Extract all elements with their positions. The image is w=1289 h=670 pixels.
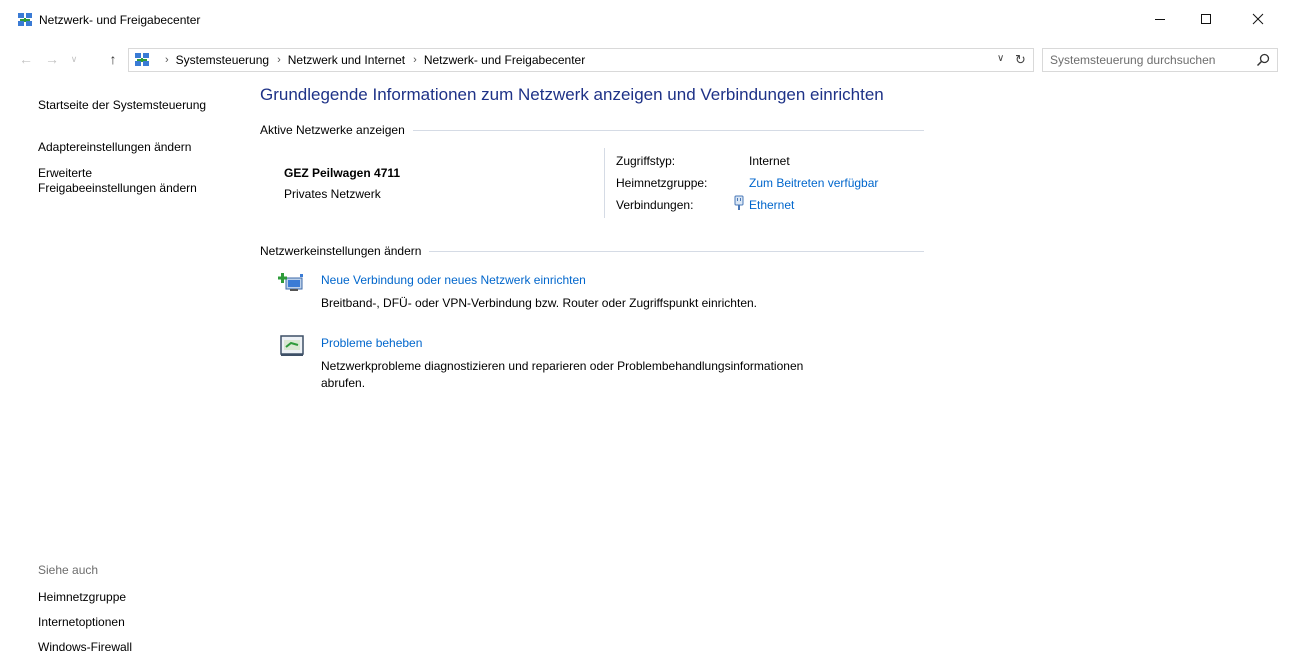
address-bar[interactable]: › Systemsteuerung › Netzwerk und Interne… (128, 48, 1034, 72)
window-title: Netzwerk- und Freigabecenter (39, 13, 201, 27)
new-connection-description: Breitband-, DFÜ- oder VPN-Verbindung bzw… (321, 296, 757, 310)
access-type-value: Internet (749, 154, 790, 168)
chevron-right-icon[interactable]: › (165, 54, 169, 66)
connections-label: Verbindungen: (616, 198, 694, 212)
access-type-label: Zugriffstyp: (616, 154, 676, 168)
minimize-icon (1155, 19, 1165, 20)
title-bar: Netzwerk- und Freigabecenter (0, 0, 1289, 40)
left-pane: Startseite der Systemsteuerung Adapterei… (0, 80, 240, 670)
recent-locations-button[interactable]: ∨ (66, 50, 82, 68)
troubleshoot-description: Netzwerkprobleme diagnostizieren und rep… (321, 358, 901, 392)
active-networks-heading: Aktive Netzwerke anzeigen (260, 123, 405, 137)
sidebar-link-advanced-sharing[interactable]: Erweiterte Freigabeeinstellungen ändern (38, 166, 197, 196)
new-connection-link[interactable]: Neue Verbindung oder neues Netzwerk einr… (321, 273, 586, 287)
sidebar-link-home[interactable]: Startseite der Systemsteuerung (38, 98, 206, 113)
ethernet-icon (734, 195, 744, 210)
new-connection-icon (278, 273, 303, 291)
search-input[interactable] (1043, 49, 1249, 71)
sidebar-link-advanced-sharing-line1: Erweiterte (38, 166, 93, 180)
see-also-link-windows-firewall[interactable]: Windows-Firewall (38, 640, 132, 655)
sidebar-link-advanced-sharing-line2: Freigabeeinstellungen ändern (38, 181, 197, 195)
arrow-left-icon: ← (19, 51, 33, 67)
homegroup-link[interactable]: Zum Beitreten verfügbar (749, 176, 878, 190)
network-type: Privates Netzwerk (284, 187, 381, 201)
forward-button[interactable]: → (44, 50, 60, 68)
network-center-icon (18, 13, 32, 26)
sidebar-link-adapter-settings[interactable]: Adaptereinstellungen ändern (38, 140, 191, 155)
ethernet-link[interactable]: Ethernet (749, 198, 794, 212)
troubleshoot-link[interactable]: Probleme beheben (321, 336, 422, 350)
network-divider (604, 148, 605, 218)
see-also-link-internetoptionen[interactable]: Internetoptionen (38, 615, 125, 630)
maximize-button[interactable] (1183, 0, 1229, 38)
network-settings-heading: Netzwerkeinstellungen ändern (260, 244, 422, 258)
back-button[interactable]: ← (18, 50, 34, 68)
chevron-right-icon[interactable]: › (413, 54, 417, 66)
close-button[interactable] (1235, 0, 1281, 38)
arrow-right-icon: → (45, 51, 59, 67)
address-dropdown-icon[interactable]: ∨ (997, 53, 1004, 64)
section-divider (412, 129, 924, 131)
homegroup-label: Heimnetzgruppe: (616, 176, 708, 190)
troubleshoot-description-line2: abrufen. (321, 376, 366, 390)
up-button[interactable]: ↑ (105, 50, 121, 68)
troubleshoot-description-line1: Netzwerkprobleme diagnostizieren und rep… (321, 359, 804, 373)
network-center-icon (135, 53, 149, 66)
section-divider (429, 250, 924, 252)
maximize-icon (1201, 14, 1211, 24)
arrow-up-icon: ↑ (109, 51, 117, 67)
troubleshoot-icon (280, 335, 304, 356)
minimize-button[interactable] (1137, 0, 1183, 38)
page-title: Grundlegende Informationen zum Netzwerk … (260, 85, 884, 104)
breadcrumb-item-netzwerk-und-internet[interactable]: Netzwerk und Internet (288, 53, 405, 67)
breadcrumb-item-systemsteuerung[interactable]: Systemsteuerung (176, 53, 269, 67)
breadcrumb: › Systemsteuerung › Netzwerk und Interne… (157, 53, 585, 67)
active-networks-section: Aktive Netzwerke anzeigen (260, 123, 924, 137)
chevron-down-icon: ∨ (70, 53, 78, 64)
refresh-icon[interactable]: ↻ (1015, 52, 1026, 68)
network-settings-section: Netzwerkeinstellungen ändern (260, 244, 924, 258)
search-box[interactable] (1042, 48, 1278, 72)
network-name: GEZ Peilwagen 4711 (284, 166, 401, 180)
breadcrumb-item-netzwerk-und-freigabecenter[interactable]: Netzwerk- und Freigabecenter (424, 53, 585, 67)
navigation-bar: ← → ∨ ↑ › Systemsteuerung › Netzwerk und… (0, 44, 1289, 76)
chevron-right-icon[interactable]: › (277, 54, 281, 66)
search-icon[interactable] (1255, 52, 1271, 68)
see-also-link-heimnetzgruppe[interactable]: Heimnetzgruppe (38, 590, 126, 605)
see-also-heading: Siehe auch (38, 563, 99, 577)
close-icon (1252, 13, 1264, 25)
